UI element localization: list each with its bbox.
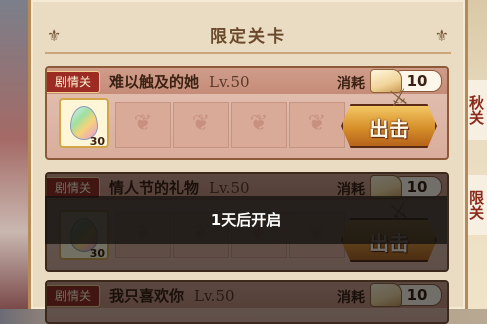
sortie-button[interactable]: 出击 (341, 104, 437, 148)
sortie-button-label: 出击 (369, 117, 409, 141)
stage-title: 情人节的礼物 Lv.50 (109, 177, 250, 198)
stage-title: 难以触及的她 Lv.50 (109, 71, 250, 92)
stage-card: 剧情关 我只喜欢你 Lv.50 消耗 10 (45, 280, 449, 324)
stage-level: Lv.50 (209, 73, 250, 91)
stage-card[interactable]: 剧情关 难以触及的她Lv.50 消耗 10 30 出击 ⚔ (45, 66, 449, 160)
empty-slot (289, 102, 345, 148)
stage-level: Lv.50 (194, 287, 235, 305)
reward-item[interactable]: 30 (59, 98, 109, 148)
stage-name: 情人节的礼物 (109, 179, 200, 197)
empty-slot (173, 102, 229, 148)
stage-type-badge: 剧情关 (47, 71, 100, 93)
cost-label: 消耗 (337, 76, 365, 92)
stamina-bread-icon (370, 283, 402, 307)
cost-label: 消耗 (337, 290, 365, 306)
stage-title: 我只喜欢你 Lv.50 (109, 285, 235, 306)
reward-count: 30 (89, 135, 105, 148)
unlock-countdown-banner: 1天后开启 (45, 196, 447, 244)
divider (45, 52, 451, 54)
background-right (465, 0, 487, 309)
empty-slot (115, 102, 171, 148)
stage-level: Lv.50 (209, 179, 250, 197)
empty-slot (231, 102, 287, 148)
reward-count: 30 (89, 247, 105, 260)
stage-type-badge: 剧情关 (47, 285, 100, 307)
stage-name: 我只喜欢你 (109, 287, 185, 305)
panel-title: 限定关卡 (210, 27, 286, 47)
stage-name: 难以触及的她 (109, 73, 200, 91)
